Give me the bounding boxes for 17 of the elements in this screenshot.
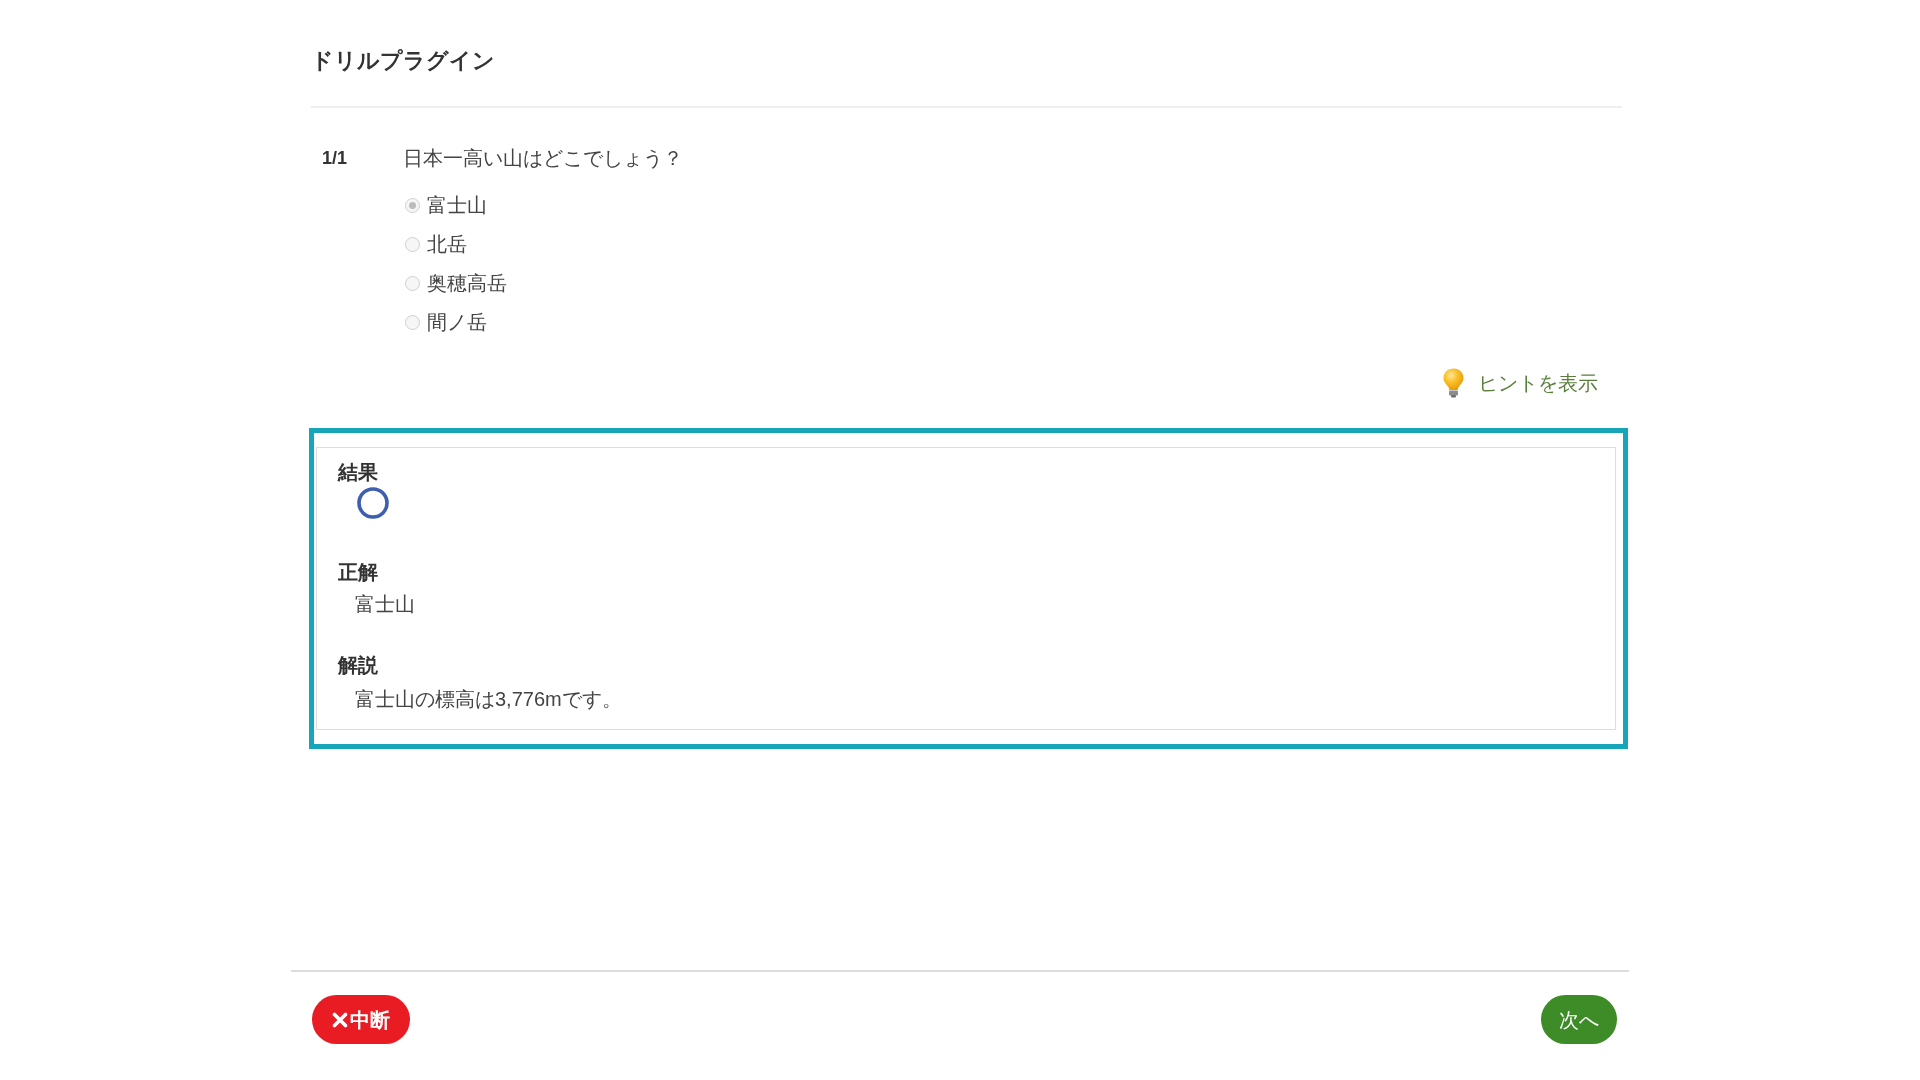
lightbulb-icon [1443, 368, 1464, 398]
result-label: 結果 [338, 460, 378, 484]
question-number: 1/1 [322, 147, 349, 170]
hint-link[interactable]: ヒントを表示 [1443, 368, 1598, 398]
question-text: 日本一高い山はどこでしょう？ [403, 146, 683, 170]
explanation-text: 富士山の標高は3,776mです。 [355, 687, 622, 711]
answer-label: 正解 [338, 560, 378, 584]
next-button[interactable]: 次へ [1541, 995, 1617, 1044]
answer-text: 富士山 [355, 592, 415, 616]
option-label: 富士山 [427, 193, 487, 217]
page-title: ドリルプラグイン [311, 48, 495, 74]
option-label: 北岳 [427, 232, 467, 256]
cross-icon [332, 1011, 348, 1028]
abort-button[interactable]: 中断 [312, 995, 410, 1044]
option-label: 間ノ岳 [427, 310, 487, 334]
option-label: 奥穂高岳 [427, 271, 507, 295]
explanation-label: 解説 [338, 653, 378, 677]
